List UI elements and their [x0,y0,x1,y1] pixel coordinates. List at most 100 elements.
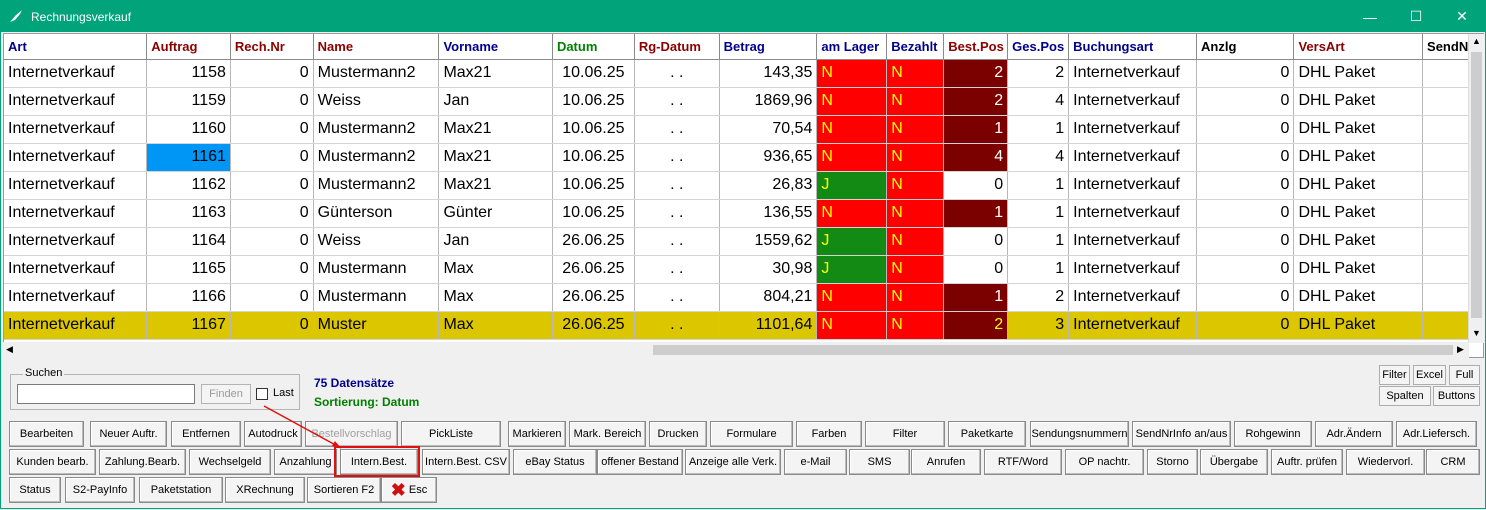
column-header[interactable]: Ges.Pos [1007,34,1070,60]
table-cell[interactable]: . . [634,255,720,284]
crm-button[interactable]: CRM [1426,449,1480,475]
table-cell[interactable]: Internetverkauf [1068,115,1197,144]
table-cell[interactable]: N [816,59,888,88]
esc-button[interactable]: ✖ Esc [381,477,437,503]
adr-liefersch-button[interactable]: Adr.Liefersch. [1396,421,1477,447]
table-cell[interactable]: 1 [1007,199,1070,228]
table-row[interactable]: Internetverkauf 1159 0 Weiss Jan 10.06.25. .1… [4,87,1483,116]
column-header[interactable]: Betrag [719,34,818,60]
table-cell[interactable]: Günterson [313,199,440,228]
table-cell[interactable]: 2 [1007,59,1070,88]
table-row[interactable]: Internetverkauf 1161 0 Mustermann2 Max21 10.0… [4,143,1483,172]
table-cell[interactable]: N [816,87,888,116]
markieren-button[interactable]: Markieren [508,421,566,447]
title-bar[interactable]: Rechnungsverkauf — ☐ ✕ [1,1,1485,32]
table-cell[interactable]: 1161 [146,143,231,172]
sendungsnummern-button[interactable]: Sendungsnummern [1030,421,1129,447]
column-header[interactable]: Buchungsart [1068,34,1197,60]
table-cell[interactable]: 3 [1007,311,1070,340]
table-cell[interactable]: DHL Paket [1293,255,1424,284]
table-cell[interactable]: 2 [943,87,1009,116]
table-cell[interactable]: 10.06.25 [552,115,635,144]
find-button[interactable]: Finden [201,384,251,404]
table-cell[interactable]: 1101,64 [719,311,818,340]
table-cell[interactable]: Mustermann [313,283,440,312]
table-cell[interactable]: 4 [943,143,1009,172]
table-cell[interactable]: . . [634,115,720,144]
column-header[interactable]: Best.Pos [943,34,1009,60]
table-cell[interactable]: J [816,171,888,200]
table-cell[interactable]: 0 [1196,199,1295,228]
horizontal-scrollbar[interactable]: ◀ ▶ [3,342,1469,358]
table-cell[interactable]: Weiss [313,87,440,116]
column-header[interactable]: Name [313,34,440,60]
table-cell[interactable]: 0 [230,227,314,256]
table-cell[interactable]: . . [634,59,720,88]
horizontal-scroll-thumb[interactable] [653,345,1453,355]
table-cell[interactable]: 0 [1196,255,1295,284]
table-cell[interactable]: Jan [438,87,553,116]
table-cell[interactable]: N [886,171,945,200]
table-cell[interactable]: Max21 [438,59,553,88]
table-cell[interactable]: Internetverkauf [4,283,148,312]
sortieren-f2-button[interactable]: Sortieren F2 [307,477,381,503]
table-cell[interactable]: N [816,311,888,340]
column-header[interactable]: Rech.Nr [230,34,314,60]
e-mail-button[interactable]: e-Mail [784,449,847,475]
table-cell[interactable]: . . [634,283,720,312]
table-cell[interactable]: 0 [230,59,314,88]
table-cell[interactable]: 1160 [146,115,231,144]
table-row[interactable]: Internetverkauf 1166 0 Mustermann Max 26.06.2… [4,283,1483,312]
table-cell[interactable]: 30,98 [719,255,818,284]
table-cell[interactable]: Internetverkauf [1068,171,1197,200]
table-cell[interactable]: . . [634,87,720,116]
last-checkbox[interactable] [256,388,268,400]
table-cell[interactable]: Mustermann2 [313,171,440,200]
table-cell[interactable]: 10.06.25 [552,59,635,88]
column-header[interactable]: am Lager [816,34,888,60]
column-header[interactable]: Vorname [438,34,553,60]
scroll-up-icon[interactable]: ▲ [1472,36,1481,46]
table-row[interactable]: Internetverkauf 1158 0 Mustermann2 Max21 10.0… [4,59,1483,88]
table-cell[interactable]: Internetverkauf [4,311,148,340]
auftr-prüfen-button[interactable]: Auftr. prüfen [1271,449,1343,475]
table-cell[interactable]: N [816,283,888,312]
table-cell[interactable]: Mustermann2 [313,59,440,88]
rtf-word-button[interactable]: RTF/Word [984,449,1062,475]
table-cell[interactable]: 10.06.25 [552,171,635,200]
table-cell[interactable]: 26.06.25 [552,283,635,312]
scroll-left-icon[interactable]: ◀ [6,344,13,355]
table-cell[interactable]: Internetverkauf [4,199,148,228]
table-cell[interactable]: Internetverkauf [1068,59,1197,88]
scroll-right-icon[interactable]: ▶ [1457,344,1464,355]
table-cell[interactable]: 10.06.25 [552,199,635,228]
table-cell[interactable]: 143,35 [719,59,818,88]
table-cell[interactable]: Internetverkauf [1068,143,1197,172]
op-nachtr-button[interactable]: OP nachtr. [1065,449,1144,475]
table-cell[interactable]: 4 [1007,143,1070,172]
table-cell[interactable]: Internetverkauf [4,87,148,116]
table-cell[interactable]: Internetverkauf [1068,283,1197,312]
table-cell[interactable]: N [816,115,888,144]
table-cell[interactable]: DHL Paket [1293,143,1424,172]
table-cell[interactable]: 1 [943,199,1009,228]
table-cell[interactable]: Max21 [438,143,553,172]
minimize-button[interactable]: — [1347,1,1393,32]
table-cell[interactable]: DHL Paket [1293,171,1424,200]
anrufen-button[interactable]: Anrufen [911,449,981,475]
ebay-status-button[interactable]: eBay Status [513,449,597,475]
table-cell[interactable]: 1166 [146,283,231,312]
table-cell[interactable]: 1164 [146,227,231,256]
table-cell[interactable]: 0 [230,115,314,144]
table-cell[interactable]: N [886,143,945,172]
table-cell[interactable]: 1163 [146,199,231,228]
maximize-button[interactable]: ☐ [1393,1,1439,32]
table-cell[interactable]: N [886,59,945,88]
table-cell[interactable]: 0 [230,171,314,200]
table-cell[interactable]: Muster [313,311,440,340]
table-cell[interactable]: 936,65 [719,143,818,172]
table-cell[interactable]: . . [634,227,720,256]
table-row[interactable]: Internetverkauf 1167 0 Muster Max 26.06.25. .… [4,311,1483,340]
adr-ändern-button[interactable]: Adr.Ändern [1315,421,1393,447]
table-cell[interactable]: DHL Paket [1293,59,1424,88]
